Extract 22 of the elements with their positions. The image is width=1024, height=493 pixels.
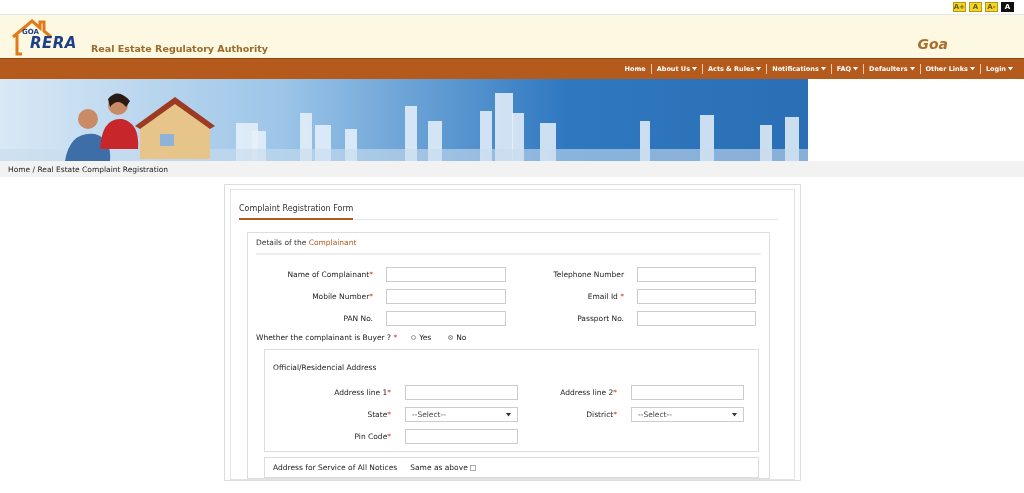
input-field[interactable] — [637, 267, 756, 282]
input-field[interactable] — [405, 385, 518, 400]
caret-icon — [969, 67, 975, 71]
caret-icon — [732, 412, 737, 417]
caret-icon — [506, 412, 511, 417]
input-field[interactable] — [386, 289, 506, 304]
caret-icon — [820, 67, 826, 71]
caret-icon — [909, 67, 915, 71]
form-title: Complaint Registration Form — [239, 204, 354, 220]
caret-icon — [756, 67, 762, 71]
input-field[interactable] — [405, 429, 518, 444]
input-field[interactable] — [631, 385, 744, 400]
authority-name: Real Estate Regulatory Authority — [91, 43, 268, 54]
caret-icon — [1008, 67, 1013, 71]
state-name: Goa — [917, 36, 948, 52]
input-field[interactable] — [637, 311, 756, 326]
input-field[interactable] — [386, 311, 506, 326]
input-field[interactable] — [386, 267, 506, 282]
caret-icon — [692, 67, 697, 71]
caret-icon — [853, 67, 859, 71]
input-field[interactable] — [637, 289, 756, 304]
logo-text: RERA — [30, 34, 77, 52]
